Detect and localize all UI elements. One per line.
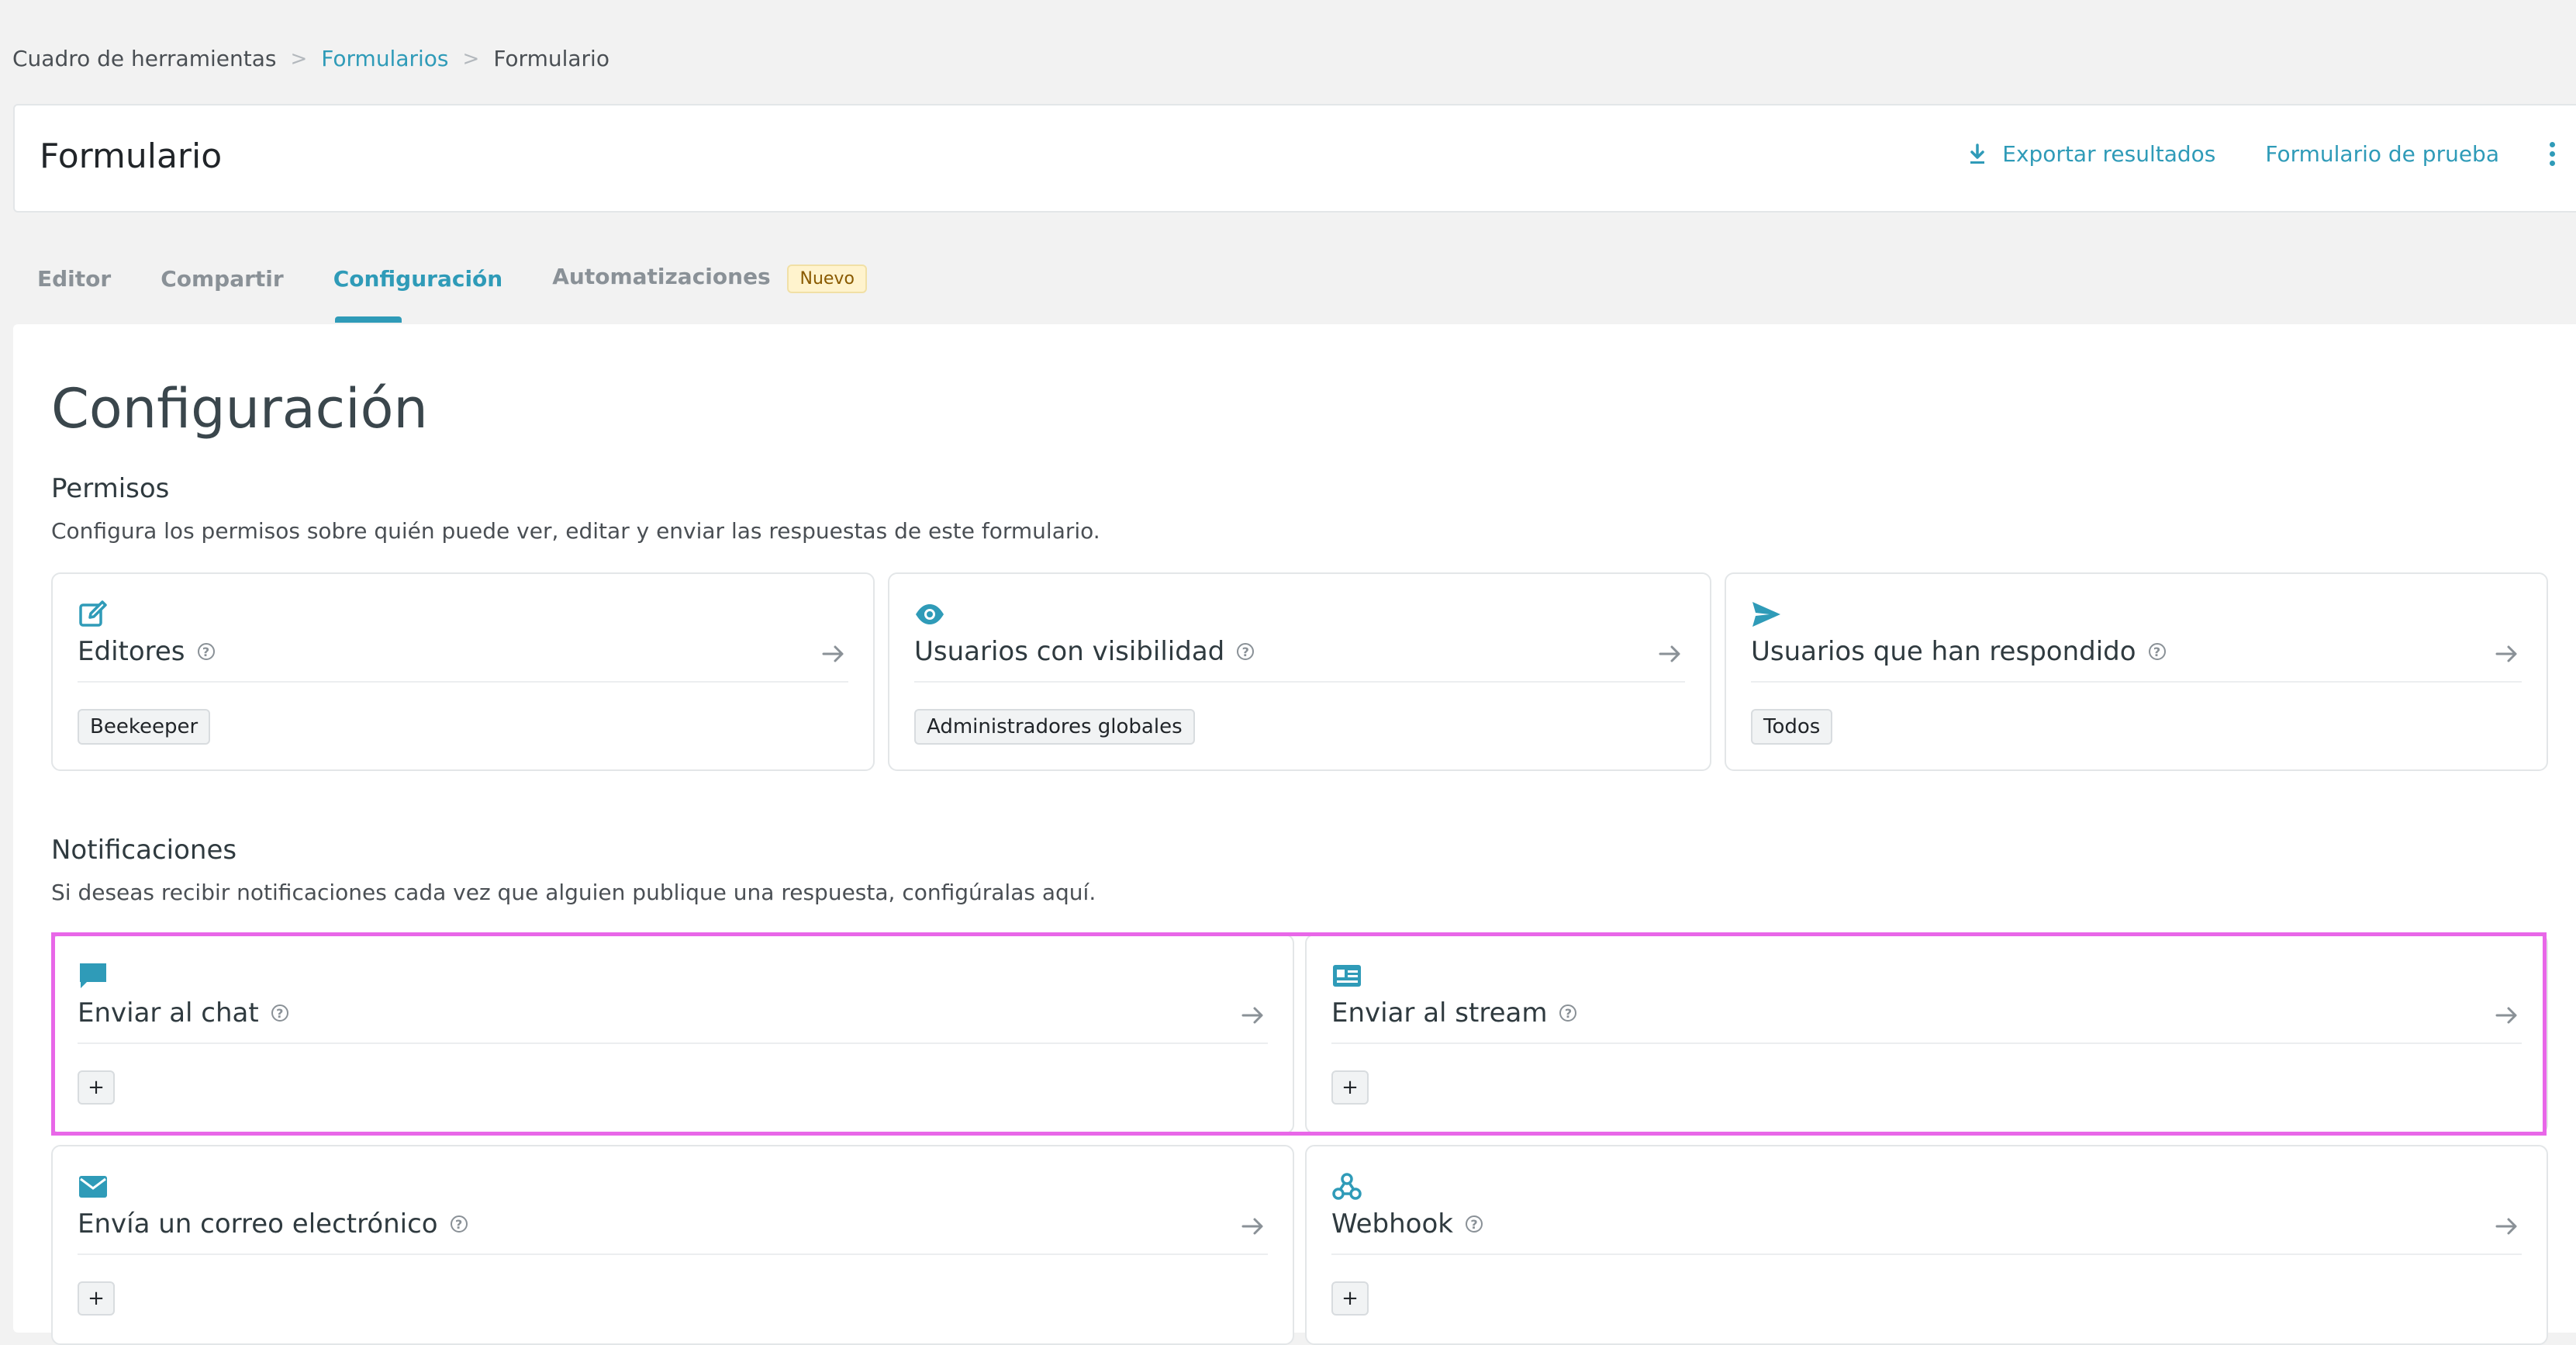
edit-icon — [79, 600, 107, 627]
notifications-description: Si deseas recibir notificaciones cada ve… — [51, 880, 1096, 905]
webhook-card[interactable]: Webhook ? + — [1305, 1145, 2548, 1345]
help-icon[interactable]: ? — [450, 1215, 468, 1233]
add-email-button[interactable]: + — [78, 1281, 115, 1316]
responders-card[interactable]: Usuarios que han respondido ? Todos — [1725, 572, 2548, 771]
arrow-right-icon[interactable] — [1240, 1213, 1266, 1240]
download-icon — [1970, 143, 1985, 164]
permissions-title: Permisos — [51, 473, 170, 504]
tab-automations-label: Automatizaciones — [552, 264, 771, 289]
send-icon — [1752, 602, 1780, 627]
arrow-right-icon[interactable] — [2494, 1213, 2520, 1240]
breadcrumb: Cuadro de herramientas > Formularios > F… — [12, 45, 609, 73]
send-to-chat-card[interactable]: Enviar al chat ? + — [51, 934, 1294, 1134]
card-divider — [78, 681, 848, 683]
card-divider — [1331, 1253, 2522, 1255]
breadcrumb-separator: > — [462, 47, 480, 71]
breadcrumb-item-current: Formulario — [493, 46, 609, 71]
email-card-title: Envía un correo electrónico — [78, 1208, 438, 1240]
add-chat-button[interactable]: + — [78, 1070, 115, 1105]
webhook-icon — [1332, 1173, 1362, 1200]
editors-card[interactable]: Editores ? Beekeeper — [51, 572, 875, 771]
card-divider — [78, 1042, 1268, 1044]
arrow-right-icon[interactable] — [820, 641, 847, 667]
tab-editor[interactable]: Editor — [37, 266, 111, 292]
send-to-stream-card[interactable]: Enviar al stream ? + — [1305, 934, 2548, 1134]
arrow-right-icon[interactable] — [1240, 1002, 1266, 1029]
responders-card-title: Usuarios que han respondido — [1751, 636, 2136, 667]
add-stream-button[interactable]: + — [1331, 1070, 1369, 1105]
tab-settings[interactable]: Configuración — [333, 266, 503, 292]
form-header: Formulario Exportar resultados Formulari… — [13, 104, 2576, 213]
chat-icon — [80, 963, 106, 988]
arrow-right-icon[interactable] — [1657, 641, 1683, 667]
arrow-right-icon[interactable] — [2494, 1002, 2520, 1029]
visibility-chip: Administradores globales — [914, 709, 1195, 745]
stream-icon — [1333, 965, 1361, 987]
test-form-label: Formulario de prueba — [2265, 141, 2499, 167]
permissions-description: Configura los permisos sobre quién puede… — [51, 518, 1100, 544]
help-icon[interactable]: ? — [1559, 1004, 1577, 1022]
help-icon[interactable]: ? — [271, 1004, 288, 1022]
export-results-button[interactable]: Exportar resultados — [1968, 141, 2215, 167]
tab-automations[interactable]: Automatizaciones Nuevo — [552, 264, 867, 293]
visibility-card[interactable]: Usuarios con visibilidad ? Administrador… — [888, 572, 1711, 771]
editors-card-title: Editores — [78, 636, 185, 667]
editors-chip: Beekeeper — [78, 709, 211, 745]
help-icon[interactable]: ? — [1465, 1215, 1483, 1233]
help-icon[interactable]: ? — [197, 643, 215, 660]
test-form-button[interactable]: Formulario de prueba — [2265, 141, 2499, 167]
notifications-title: Notificaciones — [51, 835, 237, 866]
breadcrumb-item-toolbox[interactable]: Cuadro de herramientas — [12, 45, 276, 73]
card-divider — [1331, 1042, 2522, 1044]
active-tab-indicator — [335, 316, 402, 323]
arrow-right-icon[interactable] — [2494, 641, 2520, 667]
add-webhook-button[interactable]: + — [1331, 1281, 1369, 1316]
send-to-stream-title: Enviar al stream — [1331, 998, 1548, 1029]
mail-icon — [79, 1176, 107, 1198]
more-options-icon[interactable] — [2549, 142, 2555, 166]
new-badge: Nuevo — [787, 265, 867, 293]
header-actions: Exportar resultados Formulario de prueba — [1968, 141, 2555, 167]
email-card[interactable]: Envía un correo electrónico ? + — [51, 1145, 1294, 1345]
page-title: Configuración — [51, 377, 428, 441]
header-title: Formulario — [40, 137, 223, 176]
send-to-chat-title: Enviar al chat — [78, 998, 259, 1029]
responders-chip: Todos — [1751, 709, 1833, 745]
tab-share[interactable]: Compartir — [161, 266, 284, 292]
export-results-label: Exportar resultados — [2002, 141, 2216, 167]
help-icon[interactable]: ? — [1237, 643, 1255, 660]
tab-bar: Editor Compartir Configuración Automatiz… — [37, 264, 867, 293]
help-icon[interactable]: ? — [2148, 643, 2166, 660]
visibility-card-title: Usuarios con visibilidad — [914, 636, 1225, 667]
breadcrumb-item-forms[interactable]: Formularios — [321, 45, 448, 73]
card-divider — [78, 1253, 1268, 1255]
webhook-card-title: Webhook — [1331, 1208, 1453, 1240]
card-divider — [1751, 681, 2522, 683]
breadcrumb-separator: > — [290, 47, 308, 71]
eye-icon — [916, 604, 944, 624]
card-divider — [914, 681, 1685, 683]
